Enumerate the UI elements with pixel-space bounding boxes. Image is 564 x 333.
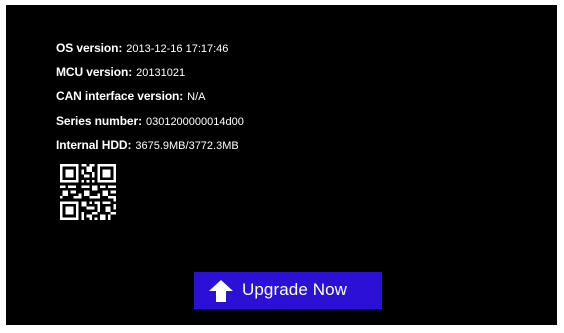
series-number-row: Series number: 0301200000014d00: [56, 114, 476, 138]
can-version-value: N/A: [187, 91, 206, 104]
os-version-row: OS version: 2013-12-16 17:17:46: [56, 41, 476, 65]
qr-code-icon: [60, 164, 116, 220]
series-number-value: 0301200000014d00: [145, 115, 244, 128]
mcu-version-value: 20131021: [136, 67, 186, 80]
os-version-value: 2013-12-16 17:17:46: [126, 43, 229, 55]
mcu-version-label: MCU version:: [56, 65, 133, 80]
upgrade-now-button[interactable]: Upgrade Now: [194, 272, 382, 309]
mcu-version-row: MCU version: 20131021: [56, 65, 476, 89]
up-arrow-icon: [209, 280, 233, 302]
internal-hdd-row: Internal HDD: 3675.9MB/3772.3MB: [56, 138, 476, 162]
internal-hdd-value: 3675.9MB/3772.3MB: [135, 139, 239, 152]
version-info-panel: OS version: 2013-12-16 17:17:46 MCU versi…: [56, 41, 476, 162]
internal-hdd-label: Internal HDD:: [56, 137, 132, 152]
series-number-label: Series number:: [56, 113, 142, 128]
upgrade-now-label: Upgrade Now: [242, 280, 348, 299]
os-version-label: OS version:: [56, 41, 123, 55]
system-info-screen: OS version: 2013-12-16 17:17:46 MCU versi…: [6, 5, 557, 325]
can-version-label: CAN interface version:: [56, 89, 184, 104]
can-version-row: CAN interface version: N/A: [56, 89, 476, 113]
